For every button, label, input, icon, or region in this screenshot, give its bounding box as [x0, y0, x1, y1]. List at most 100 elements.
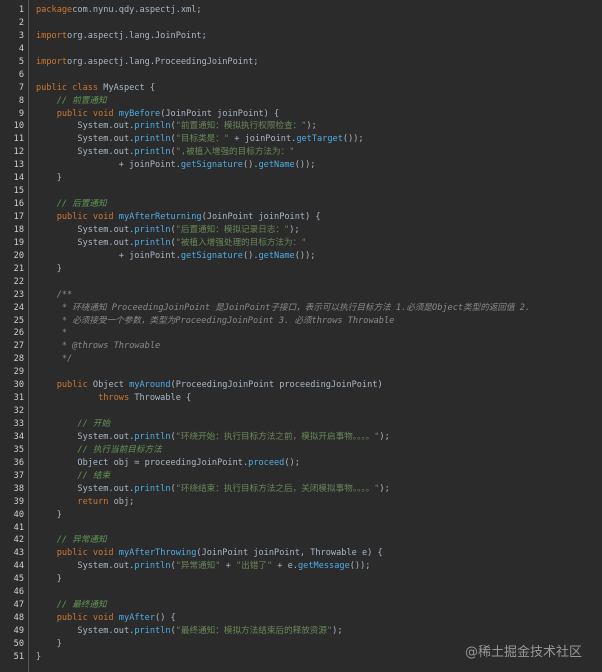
line-number: 17: [13, 212, 24, 222]
code-line[interactable]: 15: [0, 185, 602, 198]
code-line[interactable]: 39 return obj;: [0, 496, 602, 509]
code-line[interactable]: 14 }: [0, 172, 602, 185]
line-code: }: [36, 573, 62, 586]
line-code: return obj;: [36, 496, 134, 509]
line-code: * 必须接受一个参数，类型为ProceedingJoinPoint 3. 必须t…: [36, 315, 394, 328]
line-number: 5: [18, 56, 24, 67]
code-line[interactable]: 9 public void myBefore(JoinPoint joinPoi…: [0, 108, 602, 121]
code-line[interactable]: 16 // 后置通知: [0, 198, 602, 211]
code-token: ().: [242, 160, 259, 171]
code-line[interactable]: 19 System.out.println("被植入增强处理的目标方法为：": [0, 237, 602, 250]
code-line[interactable]: 26 *: [0, 327, 602, 340]
line-code: System.out.println("前置通知：模拟执行权限检查：");: [36, 120, 316, 133]
line-code: packagecom.nynu.qdy.aspectj.xml;: [36, 4, 202, 17]
line-number: 16: [13, 199, 24, 210]
code-token: return: [36, 496, 114, 507]
line-code: public void myBefore(JoinPoint joinPoint…: [36, 108, 280, 121]
code-token: (ProceedingJoinPoint proceedingJoinPoint…: [170, 380, 383, 391]
line-code: importorg.aspectj.lang.JoinPoint;: [36, 30, 207, 43]
code-line[interactable]: 8 // 前置通知: [0, 95, 602, 108]
code-token: Throwable {: [134, 393, 192, 404]
code-token: System.out.: [36, 121, 135, 132]
code-line[interactable]: 49 System.out.println("最终通知：模拟方法结束后的释放资源…: [0, 625, 602, 638]
code-line[interactable]: 10 System.out.println("前置通知：模拟执行权限检查：");: [0, 120, 602, 133]
line-number: 38: [13, 483, 24, 494]
code-token: "被植入增强处理的目标方法为：": [175, 237, 307, 248]
code-line[interactable]: 48 public void myAfter() {: [0, 612, 602, 625]
code-line[interactable]: 2: [0, 17, 602, 30]
code-line[interactable]: 4: [0, 43, 602, 56]
code-token: System.out.: [36, 237, 135, 248]
code-editor[interactable]: 1 packagecom.nynu.qdy.aspectj.xml; 2 3 impor…: [0, 0, 602, 672]
code-token: */: [36, 354, 73, 365]
line-number: 46: [13, 587, 24, 598]
code-token: + e.: [272, 561, 298, 572]
code-line[interactable]: 35 // 执行当前目标方法: [0, 444, 602, 457]
line-code: public void myAfterReturning(JoinPoint j…: [36, 211, 321, 224]
code-line[interactable]: 7 public class MyAspect {: [0, 82, 602, 95]
code-token: "出错了": [235, 561, 273, 572]
code-token: public class: [36, 82, 99, 93]
code-line[interactable]: 36 Object obj = proceedingJoinPoint.proc…: [0, 457, 602, 470]
code-line[interactable]: 6: [0, 69, 602, 82]
code-line[interactable]: 23 /**: [0, 289, 602, 302]
line-number: 23: [13, 289, 24, 300]
code-line[interactable]: 28 */: [0, 353, 602, 366]
line-number: 26: [13, 328, 24, 339]
code-token: () {: [155, 613, 176, 624]
line-code: + joinPoint.getSignature().getName());: [36, 250, 316, 263]
code-token: );: [379, 483, 390, 494]
line-number: 51: [13, 651, 24, 662]
code-line[interactable]: 12 System.out.println(",被植入增强的目标方法为：": [0, 146, 602, 159]
code-line[interactable]: 34 System.out.println("环绕开始：执行目标方法之前，模拟开…: [0, 431, 602, 444]
code-line[interactable]: 43 public void myAfterThrowing(JoinPoint…: [0, 547, 602, 560]
line-number: 48: [13, 613, 24, 624]
line-number: 37: [13, 470, 24, 481]
code-line[interactable]: 45 }: [0, 573, 602, 586]
line-number: 22: [13, 276, 24, 287]
code-token: + joinPoint.: [36, 250, 181, 261]
code-line[interactable]: 41: [0, 522, 602, 535]
code-token: public void: [36, 108, 119, 119]
line-code: System.out.println("目标类是：" + joinPoint.g…: [36, 133, 363, 146]
code-line[interactable]: 25 * 必须接受一个参数，类型为ProceedingJoinPoint 3. …: [0, 315, 602, 328]
code-line[interactable]: 18 System.out.println("后置通知：模拟记录日志：");: [0, 224, 602, 237]
code-line[interactable]: 1 packagecom.nynu.qdy.aspectj.xml;: [0, 4, 602, 17]
code-line[interactable]: 42 // 异常通知: [0, 534, 602, 547]
code-line[interactable]: 22: [0, 276, 602, 289]
code-line[interactable]: 21 }: [0, 263, 602, 276]
code-token: myAfter: [118, 613, 156, 624]
code-line[interactable]: 30 public Object myAround(ProceedingJoin…: [0, 379, 602, 392]
code-line[interactable]: 20 + joinPoint.getSignature().getName())…: [0, 250, 602, 263]
line-code: * 环绕通知 ProceedingJoinPoint 是JoinPoint子接口…: [36, 302, 530, 315]
code-token: // 执行当前目标方法: [36, 444, 162, 455]
code-token: System.out.: [36, 483, 135, 494]
code-line[interactable]: 11 System.out.println("目标类是：" + joinPoin…: [0, 133, 602, 146]
code-line[interactable]: 17 public void myAfterReturning(JoinPoin…: [0, 211, 602, 224]
code-line[interactable]: 46: [0, 586, 602, 599]
line-code: public void myAfter() {: [36, 612, 176, 625]
code-token: println: [134, 121, 171, 132]
code-line[interactable]: 37 // 结束: [0, 470, 602, 483]
code-line[interactable]: 40 }: [0, 509, 602, 522]
code-line[interactable]: 29: [0, 366, 602, 379]
code-line[interactable]: 44 System.out.println("异常通知" + "出错了" + e…: [0, 560, 602, 573]
code-line[interactable]: 31 throws Throwable {: [0, 392, 602, 405]
code-line[interactable]: 27 * @throws Throwable: [0, 340, 602, 353]
code-line[interactable]: 32: [0, 405, 602, 418]
code-line[interactable]: 33 // 开始: [0, 418, 602, 431]
code-line[interactable]: 24 * 环绕通知 ProceedingJoinPoint 是JoinPoint…: [0, 302, 602, 315]
code-token: import: [36, 56, 68, 67]
code-line[interactable]: 5 importorg.aspectj.lang.ProceedingJoinPo…: [0, 56, 602, 69]
code-token: getName: [258, 160, 295, 171]
line-number: 9: [18, 108, 24, 119]
line-code: public class MyAspect {: [36, 82, 155, 95]
code-line[interactable]: 47 // 最终通知: [0, 599, 602, 612]
line-code: // 结束: [36, 470, 110, 483]
code-token: "前置通知：模拟执行权限检查：": [175, 121, 307, 132]
code-line[interactable]: 38 System.out.println("环绕结束：执行目标方法之后，关闭模…: [0, 483, 602, 496]
code-token: public void: [36, 613, 119, 624]
code-token: Object obj = proceedingJoinPoint.: [36, 457, 249, 468]
code-line[interactable]: 3 importorg.aspectj.lang.JoinPoint;: [0, 30, 602, 43]
code-line[interactable]: 13 + joinPoint.getSignature().getName())…: [0, 159, 602, 172]
